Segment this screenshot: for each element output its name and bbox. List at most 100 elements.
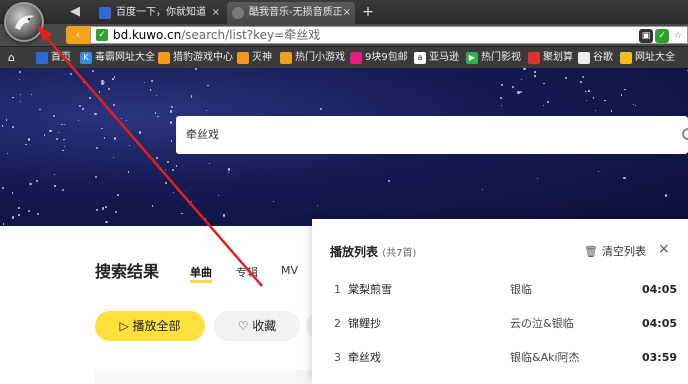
star-icon[interactable]: ☆ xyxy=(671,28,685,43)
star-dot xyxy=(103,137,106,139)
page-title: 搜索结果 xyxy=(95,262,160,281)
extension-icon[interactable]: ▣ xyxy=(639,28,653,43)
bookmark-item[interactable]: ▶ 热门影视 xyxy=(466,50,521,66)
playlist-row[interactable]: 3 牵丝戏 银临&Aki阿杰 03:59 xyxy=(312,343,688,373)
playlist-count: (共7首) xyxy=(382,248,417,259)
star-dot xyxy=(18,214,20,216)
url-input[interactable]: ✓ bd.kuwo.cn/search/list?key=牵丝戏 ▣ ✓ ☆ xyxy=(90,26,688,44)
clear-list-button[interactable]: 🗑 清空列表 xyxy=(584,243,646,259)
star-dot xyxy=(610,110,613,112)
star-dot xyxy=(595,110,597,112)
bookmark-icon: a xyxy=(414,52,426,64)
tab-songs[interactable]: 单曲 xyxy=(190,264,212,283)
star-dot xyxy=(623,177,626,180)
bookmark-icon xyxy=(280,52,292,64)
star-dot xyxy=(114,211,117,214)
close-icon[interactable]: × xyxy=(658,241,670,257)
star-dot xyxy=(11,126,14,128)
star-dot xyxy=(500,84,503,86)
back-button[interactable]: ‹ xyxy=(66,26,90,44)
secure-shield-icon[interactable]: ✓ xyxy=(655,28,669,43)
bookmark-item[interactable]: a 亚马逊 xyxy=(414,50,459,66)
star-dot xyxy=(581,75,585,78)
browser-logo-icon[interactable] xyxy=(4,2,44,42)
bookmarks-bar: ⌂ 首页 K 毒霸网址大全 猎豹游戏中心 灭神 热门小游戏 9块9包邮 a 亚马逊 … xyxy=(0,46,688,68)
star-dot xyxy=(12,96,14,99)
playlist-title: 播放列表 (共7首) xyxy=(330,245,417,259)
artist-name[interactable]: 银临&Aki阿杰 xyxy=(510,343,580,373)
search-icon[interactable] xyxy=(682,128,688,140)
song-name[interactable]: 锦鲤抄 xyxy=(348,309,381,339)
star-dot xyxy=(127,171,130,173)
tab-mv[interactable]: MV xyxy=(281,264,298,277)
star-dot xyxy=(482,188,484,191)
song-name[interactable]: 棠梨煎雪 xyxy=(348,275,392,305)
bookmark-item[interactable]: 聚划算 xyxy=(528,50,573,66)
star-dot xyxy=(25,143,27,146)
star-dot xyxy=(1,187,4,190)
star-dot xyxy=(181,212,183,215)
tab-kuwo[interactable]: 酷我音乐-无损音质正 × xyxy=(227,2,355,24)
tab-baidu[interactable]: 百度一下，你就知道 × xyxy=(94,2,224,24)
bookmark-item[interactable]: 首页 xyxy=(36,50,71,66)
bookmark-icon xyxy=(158,52,170,64)
playlist-row[interactable]: 1 棠梨煎雪 银临 04:05 xyxy=(312,275,688,305)
bookmark-icon xyxy=(578,52,590,64)
search-input[interactable]: 牵丝戏 xyxy=(176,116,688,154)
duration: 03:59 xyxy=(642,351,678,364)
star-dot xyxy=(92,70,95,73)
artist-name[interactable]: 银临 xyxy=(510,275,532,305)
star-dot xyxy=(165,182,168,185)
home-icon[interactable]: ⌂ xyxy=(8,51,15,64)
bookmark-item[interactable]: 9块9包邮 xyxy=(350,50,408,66)
star-dot xyxy=(664,194,667,197)
star-dot xyxy=(76,72,78,74)
tab-albums[interactable]: 专辑 xyxy=(236,264,258,280)
star-dot xyxy=(19,78,21,81)
tab-title: 酷我音乐-无损音质正 xyxy=(249,7,343,18)
screen: ◀ 百度一下，你就知道 × 酷我音乐-无损音质正 × + ‹ ✓ bd.kuwo… xyxy=(0,0,688,384)
star-dot xyxy=(169,121,173,124)
star-dot xyxy=(546,101,549,104)
bookmark-item[interactable]: 猎豹游戏中心 xyxy=(158,50,233,66)
star-dot xyxy=(500,105,502,107)
browser-tab-bar: ◀ 百度一下，你就知道 × 酷我音乐-无损音质正 × + xyxy=(0,0,688,24)
bookmark-icon xyxy=(528,52,540,64)
star-dot xyxy=(195,68,197,70)
star-dot xyxy=(11,192,14,194)
star-dot xyxy=(588,90,590,92)
star-dot xyxy=(94,112,97,116)
collect-button[interactable]: ♡ 收藏 xyxy=(214,311,300,341)
duration: 04:05 xyxy=(642,317,678,330)
close-tab-icon[interactable]: × xyxy=(343,2,351,24)
play-all-button[interactable]: ▷ 播放全部 xyxy=(95,311,205,341)
tab-title: 百度一下，你就知道 xyxy=(116,7,206,18)
star-dot xyxy=(150,89,152,91)
star-dot xyxy=(604,99,606,102)
back-arrow-icon[interactable]: ◀ xyxy=(66,4,84,20)
new-tab-button[interactable]: + xyxy=(360,3,376,21)
star-dot xyxy=(500,97,502,99)
bookmark-item[interactable]: 灭神 xyxy=(237,50,272,66)
star-dot xyxy=(54,174,56,176)
table-header xyxy=(95,370,315,384)
star-dot xyxy=(154,112,156,114)
song-name[interactable]: 牵丝戏 xyxy=(348,343,381,373)
bookmark-item[interactable]: 网址大全 xyxy=(620,50,675,66)
bookmark-item[interactable]: 谷歌 xyxy=(578,50,613,66)
star-dot xyxy=(51,129,53,131)
close-tab-icon[interactable]: × xyxy=(212,2,220,24)
bookmark-item[interactable]: 热门小游戏 xyxy=(280,50,345,66)
row-number: 2 xyxy=(334,317,341,330)
star-dot xyxy=(157,115,159,118)
search-query: 牵丝戏 xyxy=(186,128,219,141)
star-dot xyxy=(63,123,65,126)
star-dot xyxy=(170,140,173,142)
playlist-row[interactable]: 2 锦鲤抄 云の泣&银临 04:05 xyxy=(312,309,688,339)
star-dot xyxy=(387,179,390,182)
star-dot xyxy=(172,191,175,194)
artist-name[interactable]: 云の泣&银临 xyxy=(510,309,574,339)
star-dot xyxy=(43,134,46,137)
star-dot xyxy=(81,108,84,110)
bookmark-item[interactable]: K 毒霸网址大全 xyxy=(80,50,155,66)
